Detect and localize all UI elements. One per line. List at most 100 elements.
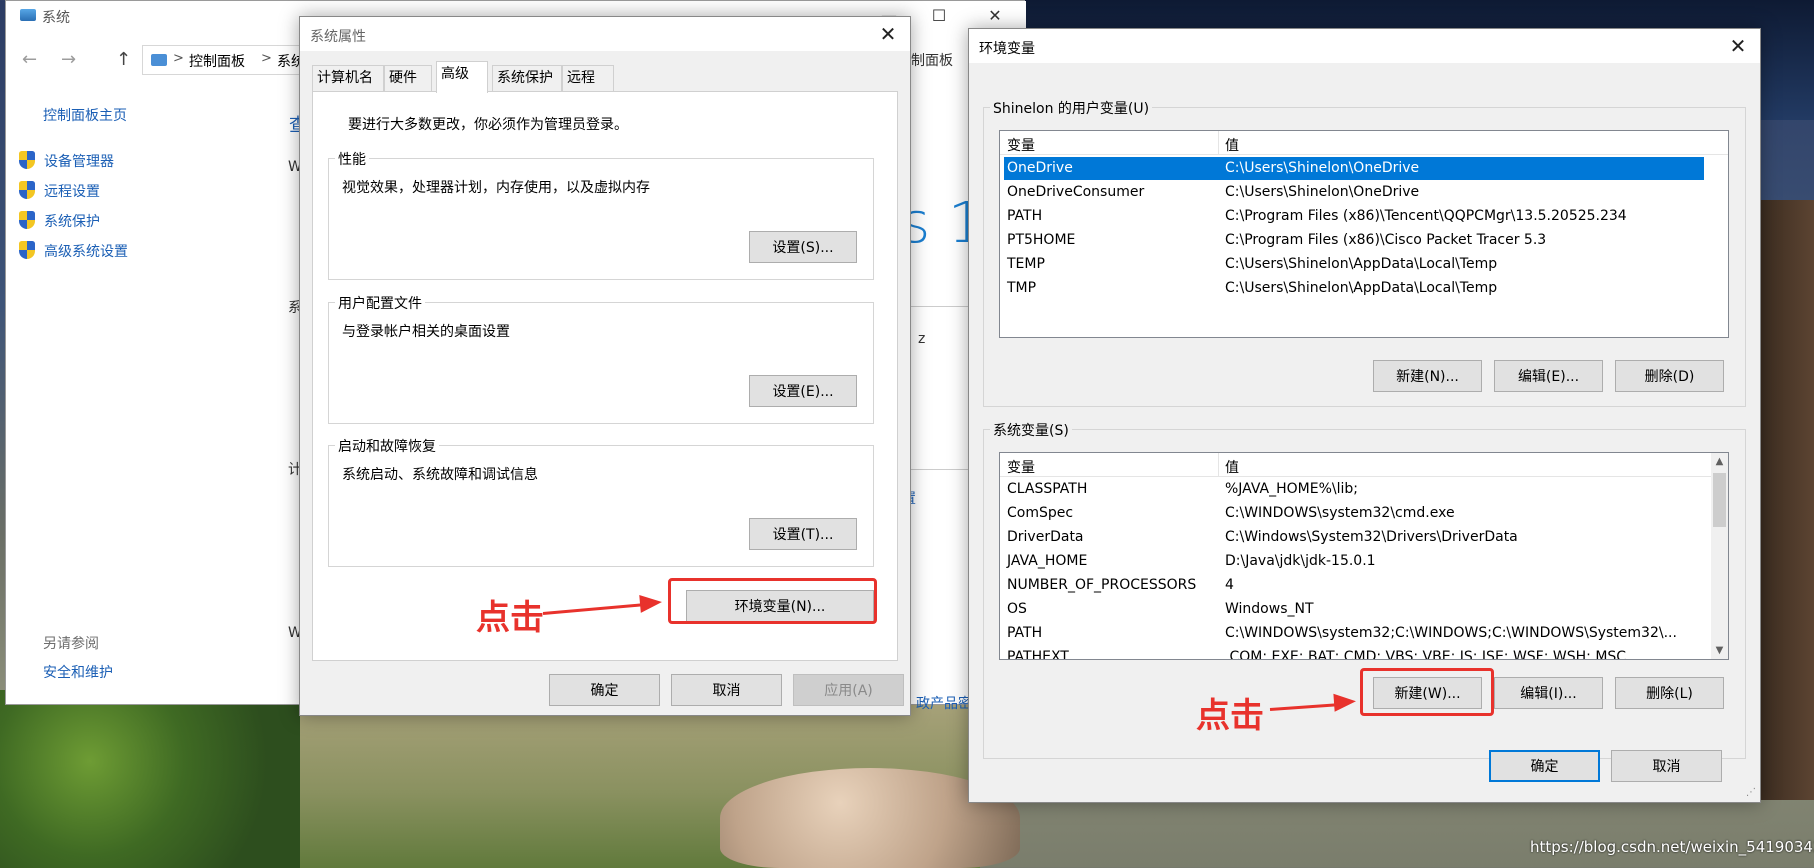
ok-button[interactable]: 确定	[1489, 750, 1600, 782]
sidebar-item-device-manager[interactable]: 设备管理器	[19, 151, 114, 171]
annotation-click-2: 点击	[1196, 696, 1264, 736]
sidebar-item-label: 远程设置	[44, 184, 100, 200]
sidebar-item-label: 系统保护	[44, 214, 100, 230]
column-header-name[interactable]: 变量	[1007, 135, 1035, 155]
dialog-titlebar: 系统属性 ✕	[300, 17, 910, 51]
annotation-arrow-head	[639, 593, 663, 613]
scroll-down-icon[interactable]: ▼	[1711, 642, 1728, 659]
tab-advanced[interactable]: 高级	[436, 61, 488, 93]
list-item[interactable]: OneDrive C:\Users\Shinelon\OneDrive	[1004, 157, 1704, 180]
var-name: OneDrive	[1007, 160, 1073, 176]
chevron-right-icon: >	[261, 51, 272, 66]
scroll-up-icon[interactable]: ▲	[1711, 453, 1728, 470]
list-item[interactable]: TEMP C:\Users\Shinelon\AppData\Local\Tem…	[1004, 253, 1704, 276]
user-profiles-group: 用户配置文件 与登录帐户相关的桌面设置 设置(E)...	[328, 293, 874, 424]
list-item[interactable]: OS Windows_NT	[1004, 598, 1704, 621]
list-item[interactable]: OneDriveConsumer C:\Users\Shinelon\OneDr…	[1004, 181, 1704, 204]
performance-settings-button[interactable]: 设置(S)...	[749, 231, 857, 263]
sidebar-item-remote-settings[interactable]: 远程设置	[19, 181, 100, 201]
address-tail-fragment: 制面板	[911, 53, 953, 69]
list-header: 变量 值	[1000, 131, 1728, 155]
maximize-icon[interactable]: ☐	[916, 1, 962, 31]
var-name: OneDriveConsumer	[1007, 184, 1145, 200]
list-item[interactable]: CLASSPATH %JAVA_HOME%\lib;	[1004, 478, 1704, 501]
list-item[interactable]: NUMBER_OF_PROCESSORS 4	[1004, 574, 1704, 597]
close-icon[interactable]: ✕	[866, 17, 910, 51]
security-maintenance-link[interactable]: 安全和维护	[43, 662, 113, 682]
tab-system-protection[interactable]: 系统保护	[492, 65, 562, 91]
var-name: PATHEXT	[1007, 649, 1069, 660]
user-delete-button[interactable]: 删除(D)	[1615, 360, 1724, 392]
ok-button[interactable]: 确定	[549, 674, 660, 706]
tab-hardware[interactable]: 硬件	[384, 65, 432, 91]
list-item[interactable]: PATH C:\Program Files (x86)\Tencent\QQPC…	[1004, 205, 1704, 228]
system-variables-list[interactable]: 变量 值 CLASSPATH %JAVA_HOME%\lib; ComSpec …	[999, 452, 1729, 660]
sidebar-item-advanced-settings[interactable]: 高级系统设置	[19, 241, 128, 261]
see-also-heading: 另请参阅	[43, 636, 99, 652]
user-variables-list[interactable]: 变量 值 OneDrive C:\Users\Shinelon\OneDrive…	[999, 130, 1729, 338]
forward-arrow-icon[interactable]: →	[61, 49, 76, 70]
column-separator[interactable]	[1218, 131, 1219, 155]
admin-notice: 要进行大多数更改，你必须作为管理员登录。	[348, 117, 628, 133]
user-variables-group: Shinelon 的用户变量(U) 变量 值 OneDrive C:\Users…	[983, 98, 1746, 407]
address-field[interactable]: > 控制面板 > 系统	[142, 45, 312, 75]
wallpaper-wall	[1760, 200, 1814, 800]
vertical-scrollbar[interactable]: ▲ ▼	[1711, 453, 1728, 659]
column-header-name[interactable]: 变量	[1007, 457, 1035, 477]
var-name: NUMBER_OF_PROCESSORS	[1007, 577, 1197, 593]
link-fragment[interactable]: 政产品密	[916, 693, 972, 713]
user-profiles-settings-button[interactable]: 设置(E)...	[749, 375, 857, 407]
cancel-button[interactable]: 取消	[671, 674, 782, 706]
var-value: C:\Windows\System32\Drivers\DriverData	[1225, 529, 1518, 545]
list-item[interactable]: PATH C:\WINDOWS\system32;C:\WINDOWS;C:\W…	[1004, 622, 1694, 645]
computer-icon	[20, 9, 36, 21]
var-value: C:\Program Files (x86)\Tencent\QQPCMgr\1…	[1225, 208, 1627, 224]
performance-group: 性能 视觉效果，处理器计划，内存使用，以及虚拟内存 设置(S)...	[328, 149, 874, 280]
system-edit-button[interactable]: 编辑(I)...	[1494, 677, 1603, 709]
var-name: PATH	[1007, 625, 1043, 641]
list-item[interactable]: ComSpec C:\WINDOWS\system32\cmd.exe	[1004, 502, 1704, 525]
group-legend: 用户配置文件	[335, 293, 425, 313]
user-new-button[interactable]: 新建(N)...	[1373, 360, 1482, 392]
cancel-button[interactable]: 取消	[1611, 750, 1722, 782]
breadcrumb-control-panel[interactable]: 控制面板	[189, 51, 245, 71]
resize-grip-icon[interactable]: ⋰	[1746, 787, 1756, 798]
column-header-value[interactable]: 值	[1225, 135, 1239, 155]
list-item[interactable]: DriverData C:\Windows\System32\Drivers\D…	[1004, 526, 1704, 549]
tab-remote[interactable]: 远程	[562, 65, 614, 91]
var-value: C:\Users\Shinelon\OneDrive	[1225, 160, 1420, 176]
control-panel-icon	[151, 54, 167, 66]
system-window-title: 系统	[42, 10, 70, 26]
close-icon[interactable]: ✕	[972, 1, 1018, 31]
group-legend: 性能	[335, 149, 369, 169]
list-header: 变量 值	[1000, 453, 1728, 477]
divider	[901, 469, 971, 470]
var-value: %JAVA_HOME%\lib;	[1225, 481, 1358, 497]
list-item[interactable]: PT5HOME C:\Program Files (x86)\Cisco Pac…	[1004, 229, 1704, 252]
user-edit-button[interactable]: 编辑(E)...	[1494, 360, 1603, 392]
up-arrow-icon[interactable]: ↑	[116, 49, 131, 70]
sidebar-item-system-protection[interactable]: 系统保护	[19, 211, 100, 231]
group-legend: Shinelon 的用户变量(U)	[990, 98, 1153, 118]
column-header-value[interactable]: 值	[1225, 457, 1239, 477]
apply-button[interactable]: 应用(A)	[793, 674, 904, 706]
list-item[interactable]: TMP C:\Users\Shinelon\AppData\Local\Temp	[1004, 277, 1704, 300]
var-value: D:\Java\jdk\jdk-15.0.1	[1225, 553, 1376, 569]
var-value: C:\WINDOWS\system32;C:\WINDOWS;C:\WINDOW…	[1225, 625, 1677, 641]
list-item[interactable]: JAVA_HOME D:\Java\jdk\jdk-15.0.1	[1004, 550, 1704, 573]
sidebar-control-panel-home[interactable]: 控制面板主页	[43, 105, 127, 125]
highlight-box-new-system-variable	[1360, 668, 1494, 716]
close-icon[interactable]: ✕	[1716, 29, 1760, 63]
tab-computer-name[interactable]: 计算机名	[312, 65, 384, 91]
startup-recovery-settings-button[interactable]: 设置(T)...	[749, 518, 857, 550]
annotation-click-1: 点击	[476, 598, 544, 638]
column-separator[interactable]	[1218, 453, 1219, 477]
text-fragment: z	[918, 331, 926, 347]
var-name: DriverData	[1007, 529, 1084, 545]
back-arrow-icon[interactable]: ←	[22, 49, 37, 70]
scroll-thumb[interactable]	[1713, 473, 1726, 527]
var-value: C:\Users\Shinelon\AppData\Local\Temp	[1225, 256, 1498, 272]
list-item[interactable]: PATHEXT .COM;.EXE;.BAT;.CMD;.VBS;.VBE;.J…	[1004, 646, 1694, 660]
var-name: CLASSPATH	[1007, 481, 1088, 497]
system-delete-button[interactable]: 删除(L)	[1615, 677, 1724, 709]
